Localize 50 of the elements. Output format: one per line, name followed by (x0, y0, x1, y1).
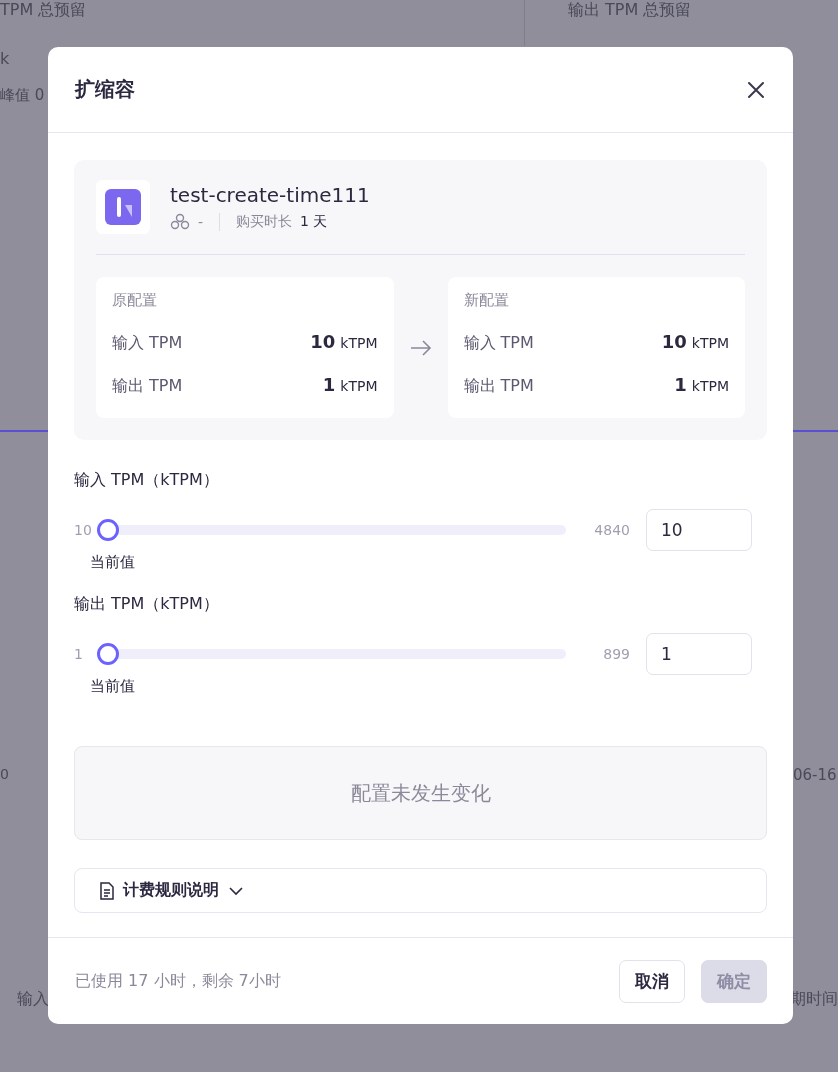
cancel-button[interactable]: 取消 (619, 959, 685, 1003)
config-value: 10 (310, 331, 336, 352)
change-notice: 配置未发生变化 (74, 746, 767, 840)
close-icon[interactable] (747, 80, 765, 99)
config-value: 1 (322, 374, 336, 395)
config-unit: kTPM (340, 378, 378, 394)
value-input[interactable]: 1 (646, 633, 752, 675)
config-unit: kTPM (691, 378, 729, 394)
region-text: - (198, 214, 204, 230)
backdrop-text: 峰值 0 (0, 86, 45, 105)
config-label: 输出 TPM (112, 375, 183, 397)
slider-thumb[interactable] (97, 519, 119, 541)
value-input[interactable]: 10 (646, 509, 752, 551)
backdrop-text: TPM 总预留 (0, 0, 87, 21)
axis-label: 06-16 (793, 766, 837, 784)
config-unit: kTPM (340, 335, 378, 351)
resource-logo-icon (96, 180, 150, 234)
slider-label: 输入 TPM（kTPM） (74, 470, 220, 491)
config-label: 输出 TPM (463, 375, 534, 397)
axis-label: 0 (0, 766, 9, 782)
cluster-icon (170, 213, 190, 231)
config-value: 1 (674, 374, 687, 395)
config-label: 输入 TPM (463, 332, 534, 354)
slider-max: 899 (602, 646, 630, 662)
dialog-title: 扩缩容 (75, 76, 135, 103)
slider-label: 输出 TPM（kTPM） (74, 594, 220, 615)
backdrop-text: 输出 TPM 总预留 (568, 0, 692, 21)
slider-track[interactable] (97, 643, 566, 665)
config-unit: kTPM (691, 335, 729, 351)
backdrop-text: k (0, 49, 10, 68)
slider-min: 1 (74, 646, 84, 662)
duration-label: 购买时长 (236, 213, 293, 231)
slider-track[interactable] (97, 519, 566, 541)
chevron-icon (227, 884, 245, 897)
current-value-marker: 当前值 (90, 553, 136, 572)
config-value: 10 (661, 331, 687, 352)
document-icon (99, 881, 115, 900)
billing-rules-toggle[interactable]: 计费规则说明 (74, 868, 767, 913)
config-label: 输入 TPM (112, 332, 183, 354)
duration-value: 1 天 (300, 213, 328, 231)
resource-name: test-create-time111 (170, 183, 370, 207)
current-value-marker: 当前值 (90, 677, 136, 696)
config-title: 原配置 (112, 291, 158, 310)
table-header: 输入 (17, 989, 49, 1010)
usage-note: 已使用 17 小时，剩余 7小时 (75, 970, 281, 992)
slider-thumb[interactable] (97, 643, 119, 665)
arrow-icon (409, 338, 432, 357)
slider-min: 10 (74, 522, 93, 538)
slider-max: 4840 (593, 522, 630, 538)
config-title: 新配置 (463, 291, 510, 310)
